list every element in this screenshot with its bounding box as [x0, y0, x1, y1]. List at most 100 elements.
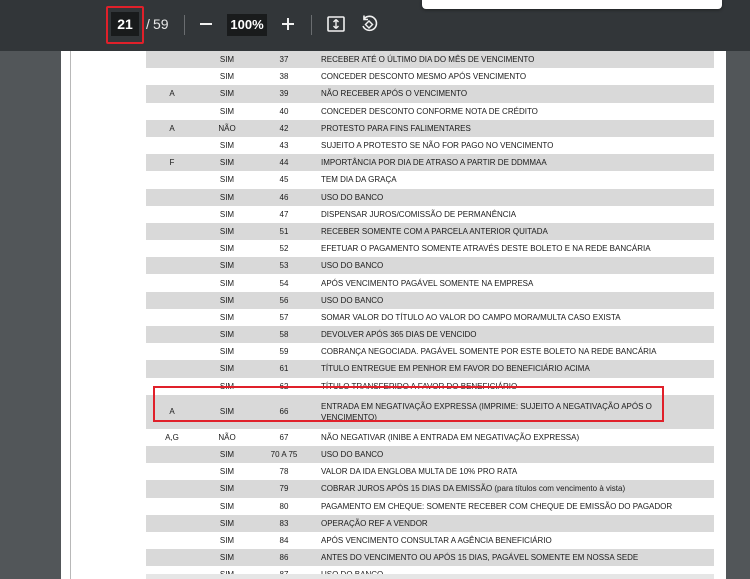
table-row: SIM 40 CONCEDER DESCONTO CONFORME NOTA DE … [146, 103, 714, 120]
table-row: SIM 59 COBRANÇA NEGOCIADA. PAGÁVEL SOMENTE… [146, 343, 714, 360]
fit-page-icon[interactable] [326, 14, 346, 34]
table-row: A,G NÃO 67 NÃO NEGATIVAR (INIBE A ENTRADA E… [146, 429, 714, 446]
row-flag [146, 292, 198, 309]
table-row: SIM 38 CONCEDER DESCONTO MESMO APÓS VENCIM… [146, 68, 714, 85]
row-description: SUJEITO A PROTESTO SE NÃO FOR PAGO NO VE… [321, 141, 554, 151]
row-active: SIM [219, 364, 235, 374]
table-row: SIM 54 APÓS VENCIMENTO PAGÁVEL SOMENTE NA … [146, 274, 714, 291]
row-flag: A,G [165, 432, 179, 442]
row-flag [146, 343, 198, 360]
row-description: OPERAÇÃO REF A VENDOR [321, 518, 428, 528]
table-row: SIM 70 A 75 USO DO BANCO [146, 445, 714, 464]
row-description: CONCEDER DESCONTO CONFORME NOTA DE CRÉDI… [321, 106, 538, 116]
table-row: SIM 57 SOMAR VALOR DO TÍTULO AO VALOR DO C… [146, 309, 714, 326]
viewer-scroll-gutter[interactable] [735, 51, 750, 579]
row-active: SIM [219, 158, 235, 168]
row-description: USO DO BANCO [321, 192, 384, 202]
table-row: SIM 61 TÍTULO ENTREGUE EM PENHOR EM FAVOR … [146, 360, 714, 378]
row-highlight-box [153, 386, 664, 422]
row-flag [146, 515, 198, 532]
row-description: APÓS VENCIMENTO PAGÁVEL SOMENTE NA EMPRE… [321, 278, 534, 288]
table-row: SIM 56 USO DO BANCO [146, 291, 714, 309]
table-row: SIM 86 ANTES DO VENCIMENTO OU APÓS 15 DIAS… [146, 549, 714, 567]
row-flag [146, 549, 198, 566]
row-flag [146, 137, 198, 154]
zoom-out-icon[interactable] [196, 14, 216, 34]
row-active: SIM [219, 278, 235, 288]
row-flag [146, 326, 198, 343]
row-code: 86 [279, 553, 289, 563]
row-active: SIM [219, 467, 235, 477]
row-description: USO DO BANCO [321, 450, 384, 460]
row-active: SIM [219, 312, 235, 322]
row-active: SIM [219, 501, 235, 511]
row-flag [146, 257, 198, 274]
row-active: SIM [219, 226, 235, 236]
row-code: 78 [279, 467, 289, 477]
row-code: 53 [279, 261, 289, 271]
row-active: SIM [219, 209, 235, 219]
row-flag [146, 360, 198, 377]
row-description: ANTES DO VENCIMENTO OU APÓS 15 DIAS, PAG… [321, 553, 639, 563]
row-active: SIM [219, 192, 235, 202]
row-description: TEM DIA DA GRAÇA [321, 175, 397, 185]
row-code: 45 [279, 175, 289, 185]
table-row: A SIM 39 NÃO RECEBER APÓS O VENCIMENTO [146, 85, 714, 103]
table-row: SIM 43 SUJEITO A PROTESTO SE NÃO FOR PAGO … [146, 137, 714, 154]
row-code: 70 A 75 [270, 450, 298, 460]
row-active: SIM [219, 244, 235, 254]
toolbar-divider [311, 15, 312, 35]
row-description: PROTESTO PARA FINS FALIMENTARES [321, 123, 471, 133]
zoom-in-icon[interactable] [278, 14, 298, 34]
row-description: EFETUAR O PAGAMENTO SOMENTE ATRAVÉS DEST… [321, 244, 651, 254]
row-code: 59 [279, 347, 289, 357]
row-code: 61 [279, 364, 289, 374]
row-code: 44 [279, 158, 289, 168]
row-description: TÍTULO ENTREGUE EM PENHOR EM FAVOR DO BE… [321, 364, 590, 374]
row-flag [146, 274, 198, 291]
row-description: COBRAR JUROS APÓS 15 DIAS DA EMISSÃO (pa… [321, 484, 626, 494]
row-active: SIM [219, 518, 235, 528]
row-active: NÃO [218, 123, 236, 133]
row-code: 56 [279, 295, 289, 305]
table-row: SIM 52 EFETUAR O PAGAMENTO SOMENTE ATRAVÉS… [146, 240, 714, 257]
row-code: 42 [279, 123, 289, 133]
row-active: SIM [219, 450, 235, 460]
row-flag [146, 480, 198, 497]
table-row: SIM 83 OPERAÇÃO REF A VENDOR [146, 514, 714, 532]
row-description: COBRANÇA NEGOCIADA. PAGÁVEL SOMENTE POR … [321, 347, 657, 357]
row-code: 57 [279, 312, 289, 322]
row-description: DEVOLVER APÓS 365 DIAS DE VENCIDO [321, 330, 477, 340]
row-active: SIM [219, 89, 235, 99]
rotate-icon[interactable] [359, 14, 379, 34]
row-flag [146, 68, 198, 85]
table-row: SIM 79 COBRAR JUROS APÓS 15 DIAS DA EMISSÃ… [146, 480, 714, 498]
row-flag [146, 223, 198, 240]
table-row: SIM 37 RECEBER ATÉ O ÚLTIMO DIA DO MÊS DE … [146, 51, 714, 69]
page-separator: / [146, 16, 150, 32]
row-code: 51 [279, 226, 289, 236]
row-flag [146, 103, 198, 120]
table-row: F SIM 44 IMPORTÂNCIA POR DIA DE ATRASO A PA… [146, 154, 714, 172]
zoom-level-input[interactable]: 100% [227, 14, 267, 36]
row-flag [146, 446, 198, 463]
row-code: 39 [279, 89, 289, 99]
table-row: SIM 84 APÓS VENCIMENTO CONSULTAR A AGÊNCIA… [146, 532, 714, 549]
row-active: SIM [219, 261, 235, 271]
toolbar-divider [184, 15, 185, 35]
find-popup[interactable] [422, 0, 722, 9]
row-description: PAGAMENTO EM CHEQUE: SOMENTE RECEBER COM… [321, 501, 673, 511]
table-row: SIM 45 TEM DIA DA GRAÇA [146, 171, 714, 188]
row-description: NÃO RECEBER APÓS O VENCIMENTO [321, 89, 468, 99]
row-code: 38 [279, 72, 289, 82]
row-active: SIM [219, 484, 235, 494]
table-row: SIM 51 RECEBER SOMENTE COM A PARCELA ANTER… [146, 222, 714, 241]
row-flag: F [169, 158, 175, 168]
row-flag [146, 498, 198, 515]
row-active: SIM [219, 175, 235, 185]
row-code: 40 [279, 106, 289, 116]
row-active: SIM [219, 330, 235, 340]
row-code: 46 [279, 192, 289, 202]
row-code: 80 [279, 501, 289, 511]
row-code: 43 [279, 141, 289, 151]
